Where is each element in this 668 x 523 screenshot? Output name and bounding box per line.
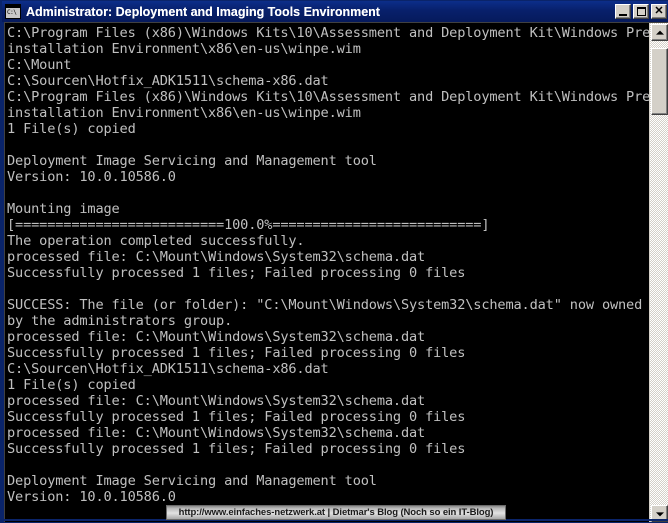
console-line: Successfully processed 1 files; Failed p… bbox=[7, 346, 466, 361]
minimize-button[interactable] bbox=[615, 4, 631, 19]
console-line: C:\Program Files (x86)\Windows Kits\10\A… bbox=[7, 26, 650, 41]
console-window: C:\ Administrator: Deployment and Imagin… bbox=[0, 0, 668, 523]
console-line: Version: 10.0.10586.0 bbox=[7, 170, 176, 185]
window-controls: ✕ bbox=[615, 4, 667, 19]
console-line: C:\Mount bbox=[7, 58, 72, 73]
scroll-up-button[interactable] bbox=[651, 24, 668, 41]
console-line: Mounting image bbox=[7, 202, 120, 217]
close-button[interactable]: ✕ bbox=[651, 4, 667, 19]
console-line: installation Environment\x86\en-us\winpe… bbox=[7, 106, 361, 121]
vertical-scrollbar[interactable] bbox=[649, 23, 668, 522]
console-line: processed file: C:\Mount\Windows\System3… bbox=[7, 426, 426, 441]
console-line: [==========================100.0%=======… bbox=[7, 218, 490, 233]
console-line: The operation completed successfully. bbox=[7, 234, 305, 249]
console-line: installation Environment\x86\en-us\winpe… bbox=[7, 42, 361, 57]
console-line: by the administrators group. bbox=[7, 314, 233, 329]
title-bar[interactable]: C:\ Administrator: Deployment and Imagin… bbox=[2, 1, 668, 22]
console-line: Version: 10.0.10586.0 bbox=[7, 490, 176, 505]
watermark-banner: http://www.einfaches-netzwerk.at | Dietm… bbox=[166, 505, 506, 520]
console-line: C:\Sourcen\Hotfix_ADK1511\schema-x86.dat bbox=[7, 74, 329, 89]
minimize-icon bbox=[619, 14, 627, 16]
chevron-down-icon bbox=[655, 511, 664, 516]
chevron-up-icon bbox=[655, 30, 664, 35]
console-icon-titlebar-strip bbox=[6, 5, 20, 8]
console-line: Deployment Image Servicing and Managemen… bbox=[7, 154, 377, 169]
window-client-area: C:\Program Files (x86)\Windows Kits\10\A… bbox=[4, 22, 668, 522]
console-line: processed file: C:\Mount\Windows\System3… bbox=[7, 394, 426, 409]
console-line: C:\Program Files (x86)\Windows Kits\10\A… bbox=[7, 90, 650, 105]
console-line: Successfully processed 1 files; Failed p… bbox=[7, 410, 466, 425]
console-icon-label: C:\ bbox=[7, 9, 17, 16]
scrollbar-thumb[interactable] bbox=[651, 48, 668, 115]
maximize-icon bbox=[637, 7, 646, 16]
console-line: processed file: C:\Mount\Windows\System3… bbox=[7, 330, 426, 345]
close-icon: ✕ bbox=[654, 4, 664, 17]
console-line: SUCCESS: The file (or folder): "C:\Mount… bbox=[7, 298, 643, 313]
console-icon: C:\ bbox=[5, 4, 21, 19]
console-line: 1 File(s) copied bbox=[7, 378, 136, 393]
console-line: Successfully processed 1 files; Failed p… bbox=[7, 442, 466, 457]
console-output[interactable]: C:\Program Files (x86)\Windows Kits\10\A… bbox=[5, 23, 650, 522]
console-line: Successfully processed 1 files; Failed p… bbox=[7, 266, 466, 281]
console-line: C:\Sourcen\Hotfix_ADK1511\schema-x86.dat bbox=[7, 362, 329, 377]
console-line: Deployment Image Servicing and Managemen… bbox=[7, 474, 377, 489]
console-line: 1 File(s) copied bbox=[7, 122, 136, 137]
maximize-button[interactable] bbox=[633, 4, 649, 19]
console-line: processed file: C:\Mount\Windows\System3… bbox=[7, 250, 426, 265]
window-title: Administrator: Deployment and Imaging To… bbox=[26, 4, 380, 19]
